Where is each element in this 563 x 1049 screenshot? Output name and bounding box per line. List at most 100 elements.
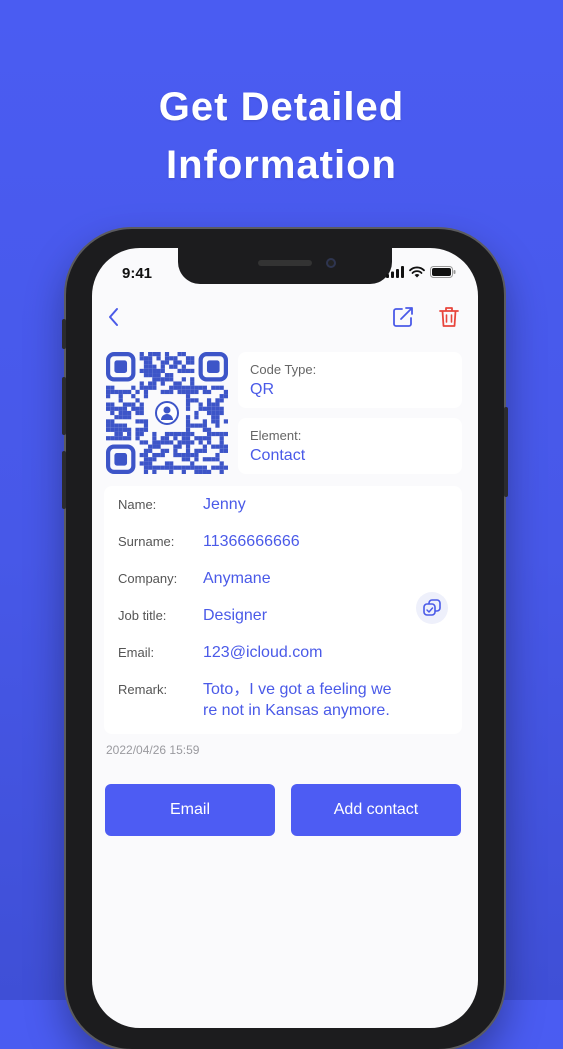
qr-module [185, 423, 191, 428]
qr-module [148, 461, 153, 466]
qr-module [143, 419, 149, 424]
qr-module [202, 423, 207, 428]
qr-module [143, 423, 149, 428]
qr-module [181, 352, 186, 357]
qr-module [143, 364, 149, 369]
back-button[interactable] [100, 303, 128, 331]
qr-module [139, 356, 144, 361]
qr-module [114, 431, 119, 437]
qr-module [219, 448, 224, 453]
qr-module [106, 436, 111, 441]
qr-module [152, 368, 157, 374]
speaker [258, 260, 312, 266]
qr-module [131, 385, 136, 390]
qr-finder-inner [114, 360, 128, 374]
qr-module [173, 444, 178, 449]
qr-module [215, 419, 220, 424]
qr-module [190, 465, 195, 470]
code-type-card: Code Type: QR [238, 352, 462, 408]
qr-module [118, 410, 123, 416]
share-button[interactable] [389, 303, 417, 331]
qr-module [194, 452, 199, 458]
qr-code-image [105, 351, 229, 475]
qr-module [223, 448, 228, 453]
qr-module [160, 368, 165, 374]
qr-module [215, 402, 220, 407]
name-label: Name: [118, 497, 157, 512]
qr-module [156, 356, 161, 361]
qr-module [177, 452, 182, 458]
qr-module [206, 402, 212, 407]
qr-module [148, 356, 153, 361]
qr-module [110, 419, 115, 424]
qr-module [211, 419, 216, 424]
qr-module [173, 448, 178, 453]
qr-module [143, 452, 149, 458]
qr-module [156, 377, 161, 382]
qr-module [223, 431, 228, 437]
remark-label: Remark: [118, 682, 168, 697]
qr-module [173, 381, 178, 386]
qr-module [190, 452, 195, 458]
qr-module [194, 457, 199, 462]
qr-module [118, 406, 123, 411]
qr-module [164, 389, 170, 395]
qr-module [139, 440, 144, 445]
copy-button[interactable] [416, 592, 448, 624]
qr-module [148, 373, 153, 378]
user-icon-head [163, 406, 171, 414]
status-icons [386, 266, 456, 278]
qr-module [219, 398, 224, 403]
qr-module [177, 440, 182, 445]
qr-module [152, 436, 157, 441]
qr-module [122, 423, 128, 428]
qr-module [106, 389, 111, 395]
qr-module [190, 461, 195, 466]
qr-module [202, 469, 207, 474]
qr-module [190, 368, 195, 374]
qr-module [181, 431, 186, 437]
qr-module [160, 360, 165, 365]
qr-module [215, 398, 220, 403]
qr-module [206, 410, 212, 416]
qr-module [110, 410, 115, 416]
qr-module [131, 402, 136, 407]
qr-module [110, 385, 115, 390]
qr-module [139, 381, 144, 386]
qr-module [181, 368, 186, 374]
qr-module [152, 381, 157, 386]
qr-module [202, 419, 207, 424]
qr-module [156, 465, 161, 470]
qr-module [148, 360, 153, 365]
qr-module [152, 364, 157, 369]
qr-module [106, 406, 111, 411]
qr-module [215, 406, 220, 411]
job-title-label: Job title: [118, 608, 167, 623]
qr-module [185, 457, 191, 462]
email-button[interactable]: Email [105, 784, 275, 836]
qr-module [169, 461, 174, 466]
qr-module [202, 427, 207, 432]
qr-module [185, 436, 191, 441]
qr-module [127, 436, 132, 441]
qr-module [127, 410, 132, 416]
qr-module [160, 389, 165, 395]
qr-module [185, 452, 191, 458]
delete-button[interactable] [435, 303, 463, 331]
qr-module [169, 465, 174, 470]
qr-module [185, 398, 191, 403]
qr-module [206, 427, 212, 432]
qr-module [169, 385, 174, 390]
qr-module [169, 377, 174, 382]
qr-module [185, 415, 191, 420]
qr-module [219, 394, 224, 399]
qr-module [198, 402, 203, 407]
qr-module [185, 444, 191, 449]
qr-module [148, 448, 153, 453]
qr-module [211, 431, 216, 437]
add-contact-button[interactable]: Add contact [291, 784, 461, 836]
qr-module [122, 389, 128, 395]
qr-module [219, 461, 224, 466]
qr-module [219, 465, 224, 470]
element-value: Contact [250, 447, 306, 464]
